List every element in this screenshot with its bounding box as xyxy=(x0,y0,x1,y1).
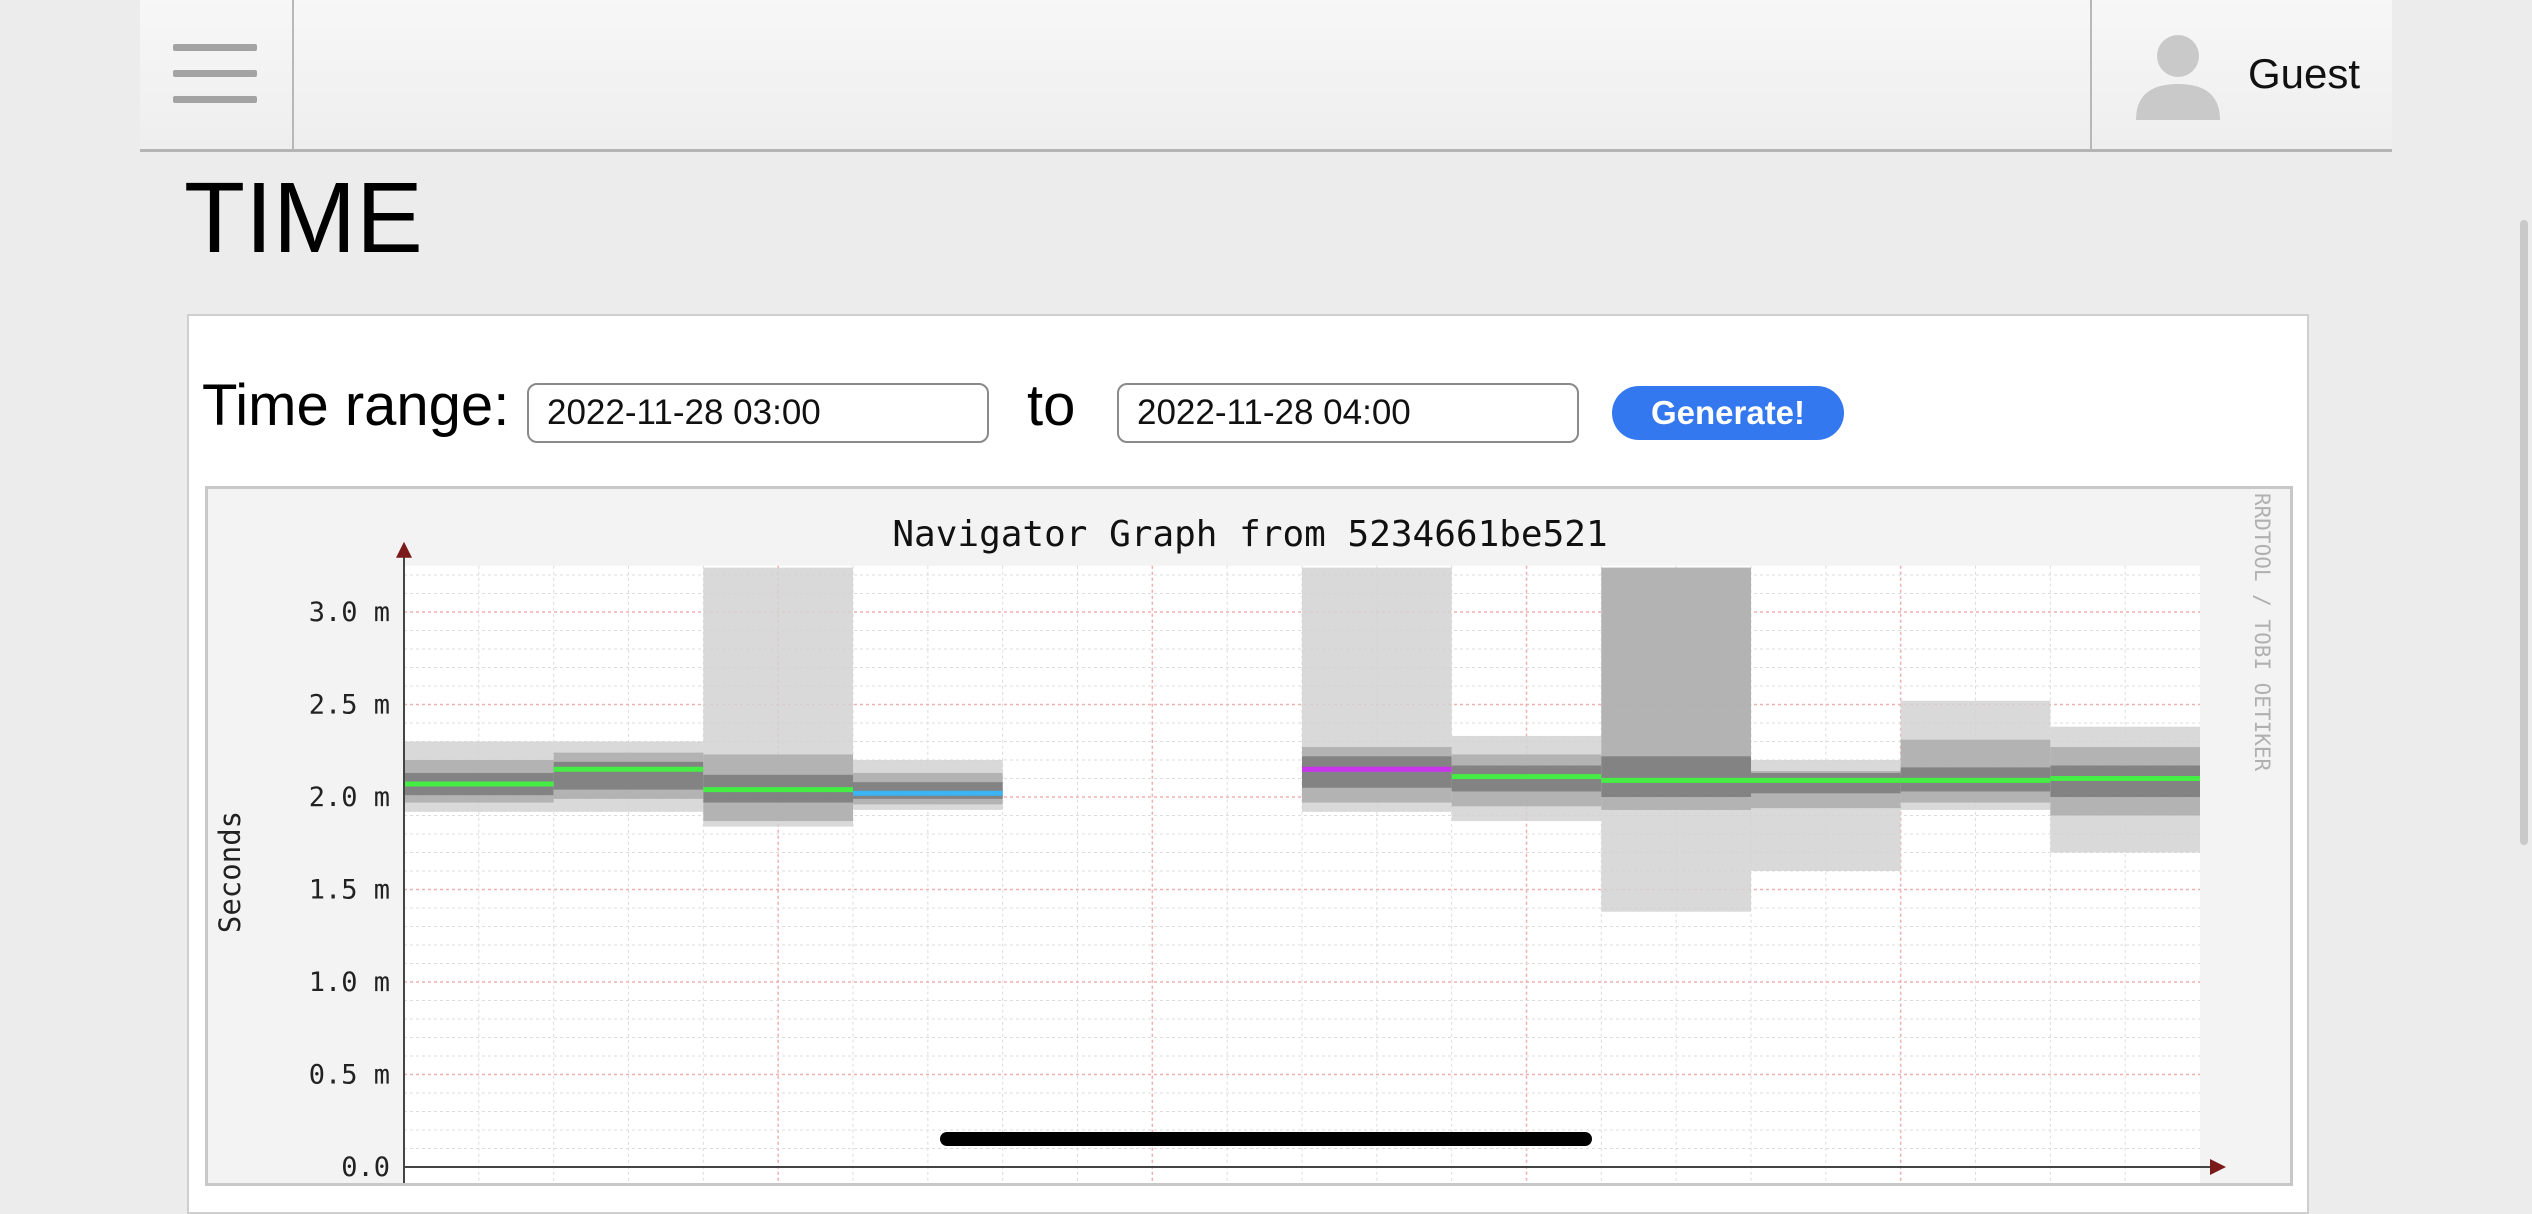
top-bar: Guest xyxy=(140,0,2392,152)
generate-button[interactable]: Generate! xyxy=(1612,386,1844,440)
data-band xyxy=(853,782,1003,799)
y-tick-label: 2.5 m xyxy=(309,690,390,721)
y-tick-label: 3.0 m xyxy=(309,597,390,628)
data-band xyxy=(553,761,704,790)
time-range-label: Time range: xyxy=(202,373,510,438)
person-avatar-icon xyxy=(2136,35,2220,120)
data-band xyxy=(1601,756,1751,797)
chart-watermark: RRDTOOL / TOBI OETIKER xyxy=(2250,493,2274,772)
page-scrollbar[interactable] xyxy=(2520,220,2528,845)
chart-canvas: Navigator Graph from 5234661be521 Second… xyxy=(213,493,2274,1183)
y-tick-label: 0.5 m xyxy=(309,1060,390,1091)
chart-title: Navigator Graph from 5234661be521 xyxy=(892,514,1607,555)
page-title: TIME xyxy=(184,162,423,274)
y-tick-label: 2.0 m xyxy=(309,782,390,813)
data-band xyxy=(2050,765,2200,797)
menu-button[interactable] xyxy=(140,0,294,149)
y-tick-label: 1.0 m xyxy=(309,967,390,998)
rrd-graph: Navigator Graph from 5234661be521 Second… xyxy=(205,486,2293,1186)
to-label: to xyxy=(1027,373,1076,438)
y-tick-label: 1.5 m xyxy=(309,875,390,906)
chart-y-axis-label: Seconds xyxy=(213,811,247,933)
from-date-input[interactable] xyxy=(527,383,989,443)
x-axis-arrow xyxy=(2210,1159,2226,1175)
home-indicator xyxy=(940,1132,1592,1146)
user-menu[interactable]: Guest xyxy=(2090,0,2392,149)
user-name: Guest xyxy=(2248,50,2361,97)
to-date-input[interactable] xyxy=(1117,383,1579,443)
data-band xyxy=(1302,756,1452,788)
data-band xyxy=(1751,772,1901,794)
y-tick-label: 0.0 xyxy=(341,1152,390,1183)
y-axis-arrow xyxy=(396,541,412,558)
